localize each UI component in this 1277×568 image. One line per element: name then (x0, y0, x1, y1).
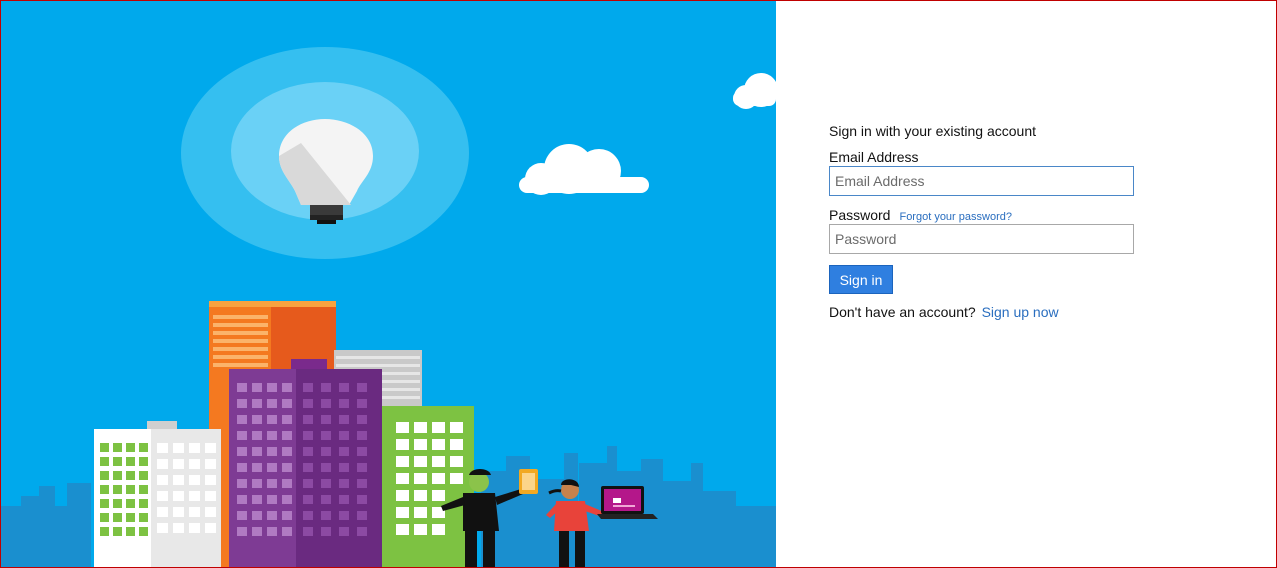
password-label: Password (829, 207, 891, 223)
sign-in-form: Sign in with your existing account Email… (829, 122, 1139, 321)
cloud-icon (519, 73, 776, 195)
signup-link[interactable]: Sign up now (982, 304, 1059, 320)
signup-row: Don't have an account? Sign up now (829, 303, 1139, 321)
city-lightbulb-illustration (1, 47, 776, 567)
page-frame: Sign in with your existing account Email… (0, 0, 1277, 568)
password-label-row: Password Forgot your password? (829, 207, 1139, 224)
signup-prompt: Don't have an account? (829, 304, 976, 320)
forgot-password-link[interactable]: Forgot your password? (899, 211, 1012, 223)
green-building (382, 406, 474, 567)
email-label: Email Address (829, 149, 919, 165)
password-field[interactable] (829, 224, 1134, 254)
form-heading: Sign in with your existing account (829, 123, 1036, 139)
hero-illustration (1, 1, 776, 567)
email-field[interactable] (829, 166, 1134, 196)
sign-in-button[interactable]: Sign in (829, 265, 893, 294)
purple-building (229, 359, 382, 567)
sign-in-panel: Sign in with your existing account Email… (776, 1, 1276, 567)
white-building (94, 421, 221, 567)
